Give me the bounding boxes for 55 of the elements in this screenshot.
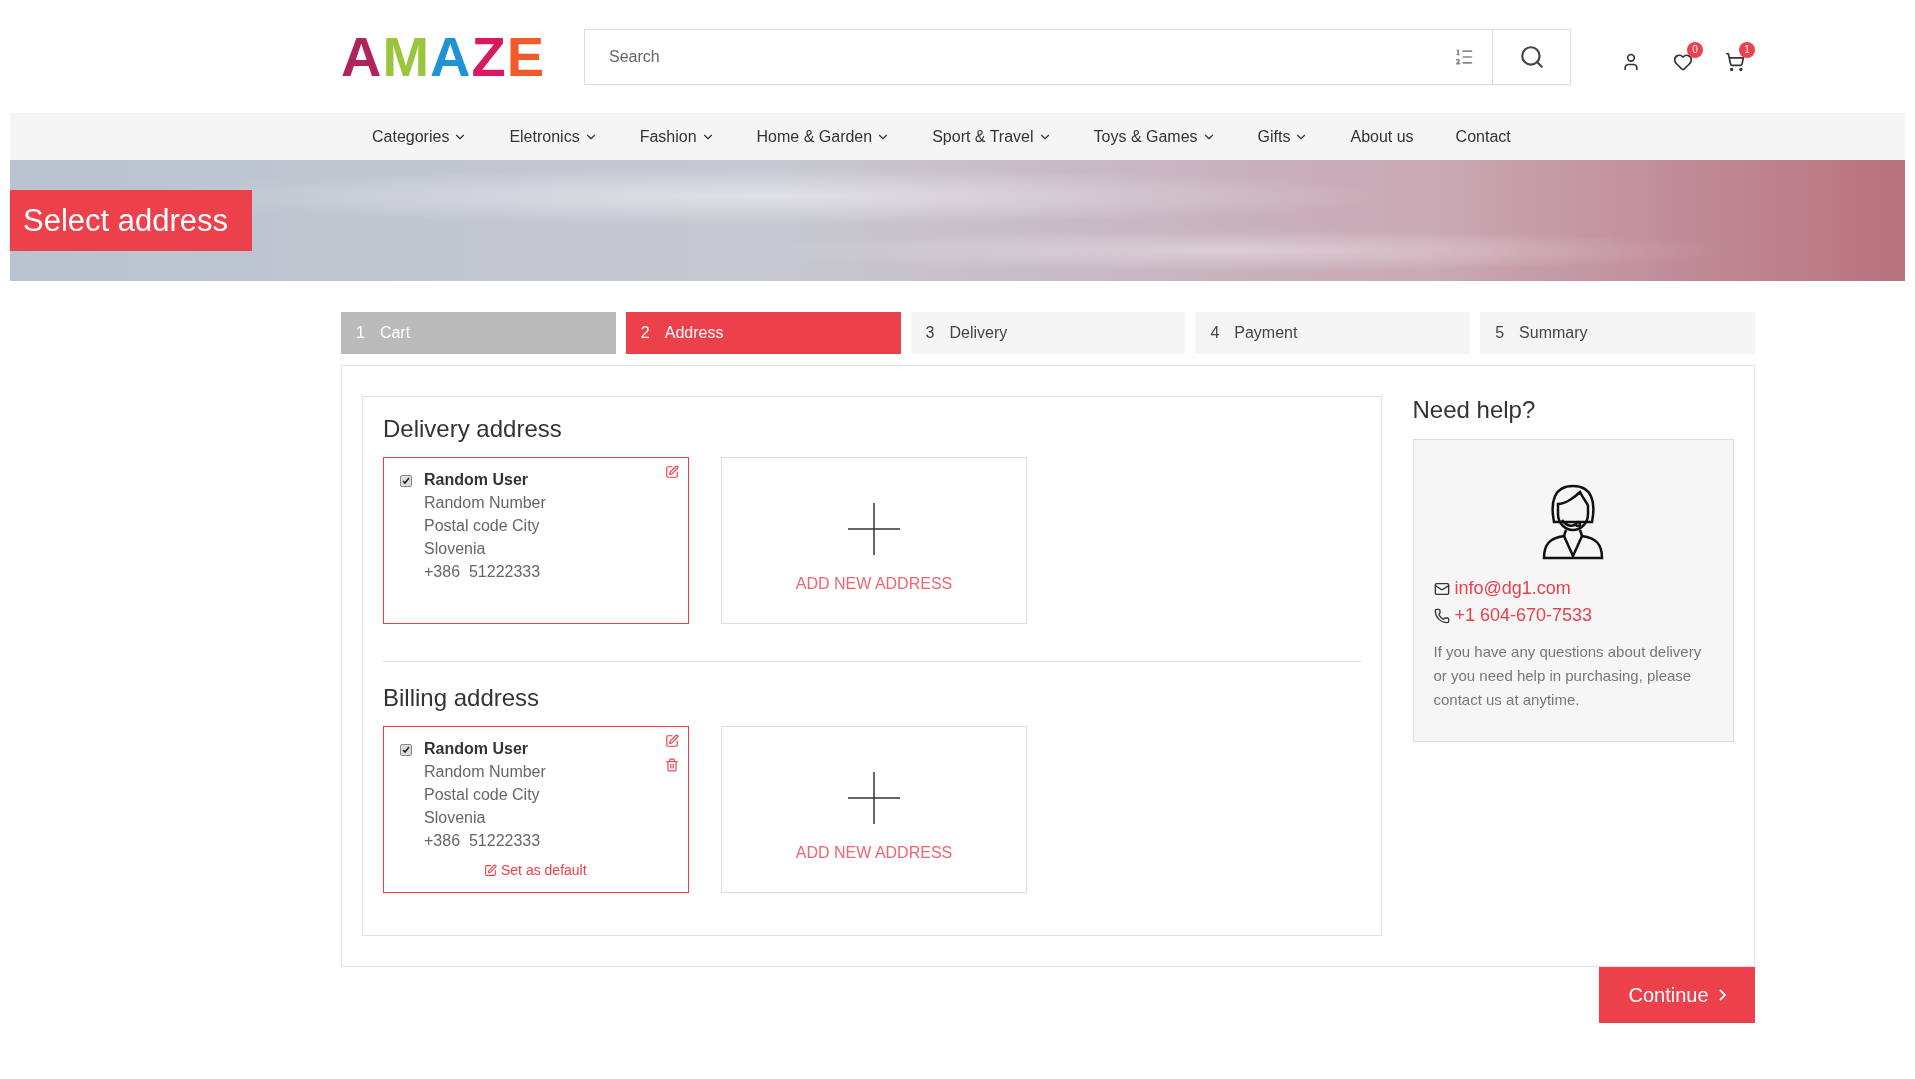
nav-menu-item[interactable]: Contact	[1455, 127, 1533, 146]
address-line: Postal code City	[424, 786, 541, 804]
address-line: Slovenia	[424, 809, 487, 827]
address-line: +386 51222333	[424, 563, 542, 581]
email-link[interactable]: info@dg1.com	[1433, 578, 1713, 599]
address-line: Slovenia	[424, 540, 487, 558]
trash-icon[interactable]	[665, 758, 679, 772]
nav-menu-item[interactable]: Toys & Games	[1093, 127, 1238, 146]
address-card[interactable]: Random User Random Number Postal code City Slovenia +386 51222333	[383, 457, 689, 624]
section-heading: Billing address	[383, 684, 541, 712]
mail-icon	[1433, 580, 1450, 597]
cart-icon	[1725, 51, 1745, 72]
address-name: Random User	[424, 740, 530, 758]
set-default-link[interactable]: Set as default	[484, 862, 587, 878]
search-field[interactable]: Search	[584, 28, 1571, 85]
page-title: Select address	[10, 190, 252, 251]
help-heading: Need help?	[1412, 396, 1537, 424]
nav-menu-item[interactable]: Eletronics	[509, 127, 620, 146]
continue-button[interactable]: Continue	[1599, 967, 1755, 1023]
heart-icon	[1673, 51, 1693, 72]
checkout-step-tab[interactable]: 3 Delivery	[910, 312, 1186, 354]
search-icon	[1518, 43, 1545, 70]
wishlist-button[interactable]: 0	[1673, 41, 1703, 72]
chevron-right-icon	[1718, 989, 1726, 1001]
phone-link[interactable]: +1 604-670-7533	[1433, 605, 1713, 626]
edit-icon[interactable]	[665, 465, 679, 479]
checkbox[interactable]	[400, 744, 412, 756]
cart-count-badge: 1	[1739, 41, 1755, 58]
amaze-logo[interactable]: AMAZE	[341, 21, 544, 92]
edit-icon	[484, 863, 497, 877]
user-icon	[1621, 51, 1641, 72]
address-card[interactable]: Random User Random Number Postal code City Slovenia +386 51222333 Set as default	[383, 726, 689, 893]
section-heading: Delivery address	[383, 415, 563, 443]
nav-menu-item[interactable]: About us	[1350, 127, 1436, 146]
plus-icon	[848, 772, 900, 824]
checkout-step-tab[interactable]: 4 Payment	[1195, 312, 1471, 354]
nav-menu-item[interactable]: Home & Garden	[756, 127, 913, 146]
help-text: If you have any questions about delivery or you need help in purchasing, please contact us at anytime.	[1433, 642, 1702, 710]
checkbox[interactable]	[400, 475, 412, 487]
nav-menu-item[interactable]: Categories	[372, 127, 490, 146]
address-line: Postal code City	[424, 517, 541, 535]
nav-menu-item[interactable]: Gifts	[1257, 127, 1331, 146]
plus-icon	[848, 503, 900, 555]
checkout-step-tab[interactable]: 5 Summary	[1480, 312, 1755, 354]
nav-menu-item[interactable]: Fashion	[639, 127, 737, 146]
nav-menu-item[interactable]: Sport & Travel	[932, 127, 1074, 146]
address-name: Random User	[424, 471, 530, 489]
cart-button[interactable]: 1	[1725, 41, 1755, 72]
address-line: Random Number	[424, 763, 546, 781]
edit-icon[interactable]	[665, 734, 679, 748]
phone-icon	[1433, 607, 1450, 624]
checkout-step-tab[interactable]: 2 Address	[625, 312, 901, 354]
address-line: Random Number	[424, 494, 546, 512]
address-line: +386 51222333	[424, 832, 542, 850]
wishlist-count-badge: 0	[1687, 41, 1703, 58]
